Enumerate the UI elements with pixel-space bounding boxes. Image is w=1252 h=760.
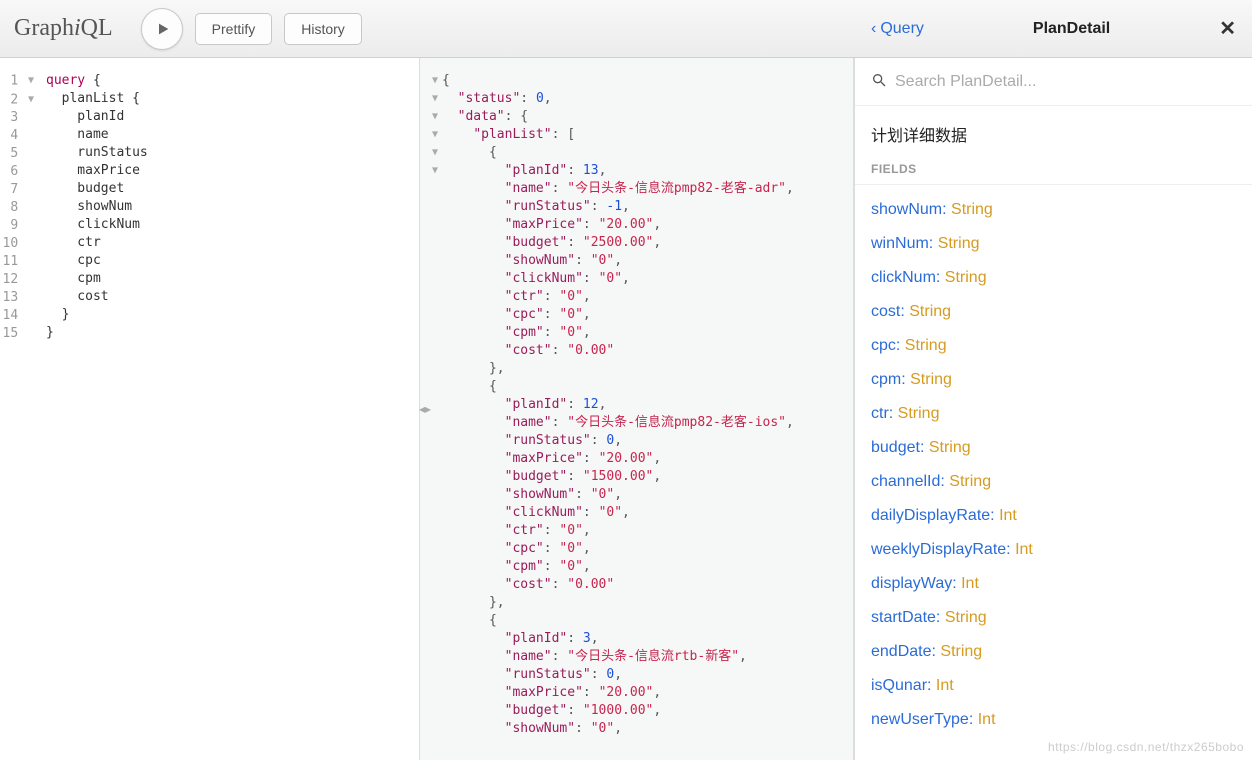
field-item[interactable]: dailyDisplayRate: Int (871, 499, 1236, 533)
docs-pane: ‹ Query PlanDetail ✕ 计划详细数据 FIELDS showN… (854, 58, 1252, 760)
field-item[interactable]: clickNum: String (871, 261, 1236, 295)
search-icon (871, 72, 887, 91)
field-item[interactable]: startDate: String (871, 601, 1236, 635)
drag-handle-icon[interactable]: ◂▸ (419, 402, 431, 416)
field-item[interactable]: displayWay: Int (871, 567, 1236, 601)
field-list: showNum: StringwinNum: StringclickNum: S… (855, 185, 1252, 760)
docs-header: ‹ Query PlanDetail ✕ (855, 0, 1252, 58)
docs-search-row (855, 58, 1252, 106)
docs-title: PlanDetail (924, 20, 1219, 38)
docs-search-input[interactable] (895, 73, 1236, 91)
field-item[interactable]: showNum: String (871, 193, 1236, 227)
docs-body: 计划详细数据 FIELDS showNum: StringwinNum: Str… (855, 58, 1252, 760)
docs-back-button[interactable]: ‹ Query (871, 20, 924, 38)
fields-section-label: FIELDS (855, 162, 1252, 185)
watermark: https://blog.csdn.net/thzx265bobo (1048, 740, 1244, 754)
field-item[interactable]: budget: String (871, 431, 1236, 465)
field-item[interactable]: endDate: String (871, 635, 1236, 669)
field-item[interactable]: cpc: String (871, 329, 1236, 363)
play-icon (155, 21, 171, 37)
result-viewer[interactable]: { "status": 0, "data": { "planList": [ {… (440, 58, 853, 760)
field-item[interactable]: isQunar: Int (871, 669, 1236, 703)
prettify-button[interactable]: Prettify (195, 13, 273, 45)
main: 1 ▼2 ▼3 4 5 6 7 8 9 10 11 12 13 14 15 qu… (0, 58, 1252, 760)
field-item[interactable]: weeklyDisplayRate: Int (871, 533, 1236, 567)
query-editor-pane: 1 ▼2 ▼3 4 5 6 7 8 9 10 11 12 13 14 15 qu… (0, 58, 420, 760)
field-item[interactable]: channelId: String (871, 465, 1236, 499)
query-editor[interactable]: query { planList { planId name runStatus… (40, 58, 419, 760)
logo: GraphiQL (14, 15, 113, 42)
execute-button[interactable] (141, 8, 183, 50)
field-item[interactable]: cpm: String (871, 363, 1236, 397)
field-item[interactable]: ctr: String (871, 397, 1236, 431)
line-gutter: 1 ▼2 ▼3 4 5 6 7 8 9 10 11 12 13 14 15 (0, 58, 40, 760)
field-item[interactable]: winNum: String (871, 227, 1236, 261)
history-button[interactable]: History (284, 13, 362, 45)
docs-close-button[interactable]: ✕ (1219, 16, 1236, 41)
result-pane: ◂▸ ▼▼▼▼▼▼ { "status": 0, "data": { "plan… (420, 58, 854, 760)
field-item[interactable]: newUserType: Int (871, 703, 1236, 737)
docs-description: 计划详细数据 (855, 106, 1252, 162)
field-item[interactable]: cost: String (871, 295, 1236, 329)
chevron-left-icon: ‹ (871, 20, 876, 38)
